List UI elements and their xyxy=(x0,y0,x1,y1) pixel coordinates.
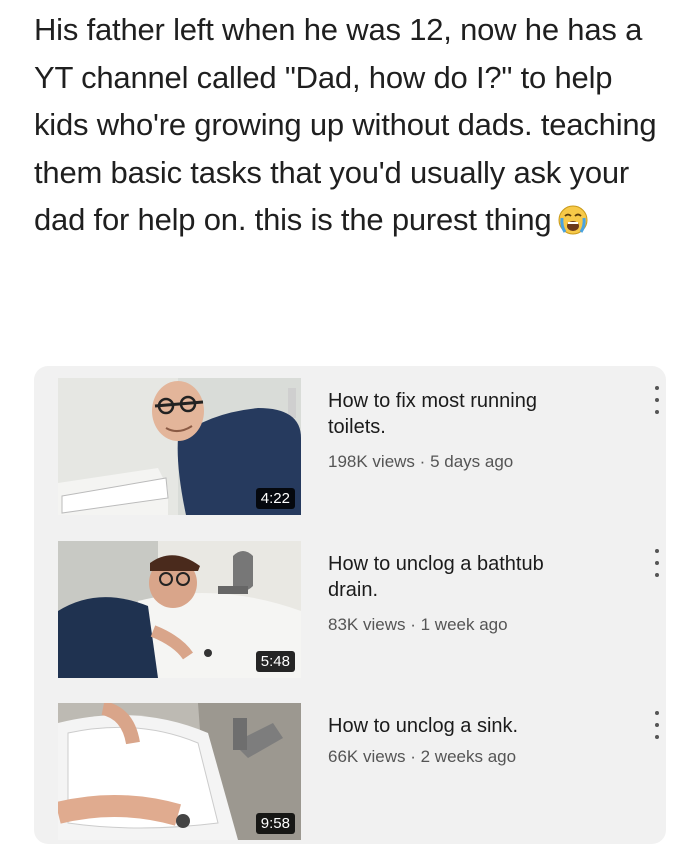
video-list-card: 4:22 How to fix most running toilets. 19… xyxy=(34,366,666,844)
video-meta: 83K views · 1 week ago xyxy=(328,615,508,635)
more-options-icon[interactable] xyxy=(652,711,662,739)
meta-separator: · xyxy=(410,747,416,766)
video-thumbnail[interactable]: 4:22 xyxy=(58,378,301,515)
more-options-icon[interactable] xyxy=(652,549,662,577)
video-age: 1 week ago xyxy=(420,615,508,634)
video-item[interactable]: 4:22 How to fix most running toilets. 19… xyxy=(58,378,670,518)
more-options-icon[interactable] xyxy=(652,386,662,414)
video-item[interactable]: 5:48 How to unclog a bathtub drain. 83K … xyxy=(58,541,670,681)
video-meta: 198K views · 5 days ago xyxy=(328,452,513,472)
video-views: 83K views xyxy=(328,615,406,634)
post-caption: His father left when he was 12, now he h… xyxy=(34,6,674,244)
video-title[interactable]: How to unclog a bathtub drain. xyxy=(328,551,598,603)
video-title[interactable]: How to fix most running toilets. xyxy=(328,388,598,440)
video-duration: 4:22 xyxy=(255,488,295,509)
video-title[interactable]: How to unclog a sink. xyxy=(328,713,598,739)
video-views: 198K views xyxy=(328,452,415,471)
video-duration: 9:58 xyxy=(255,813,295,834)
video-item[interactable]: 9:58 How to unclog a sink. 66K views · 2… xyxy=(58,703,670,843)
crying-face-emoji-icon xyxy=(557,202,589,235)
video-duration: 5:48 xyxy=(255,651,295,672)
meta-separator: · xyxy=(419,452,426,471)
video-thumbnail[interactable]: 5:48 xyxy=(58,541,301,678)
video-age: 5 days ago xyxy=(430,452,514,471)
video-thumbnail[interactable]: 9:58 xyxy=(58,703,301,840)
video-age: 2 weeks ago xyxy=(420,747,517,766)
meta-separator: · xyxy=(410,615,416,634)
video-meta: 66K views · 2 weeks ago xyxy=(328,747,516,767)
video-views: 66K views xyxy=(328,747,406,766)
